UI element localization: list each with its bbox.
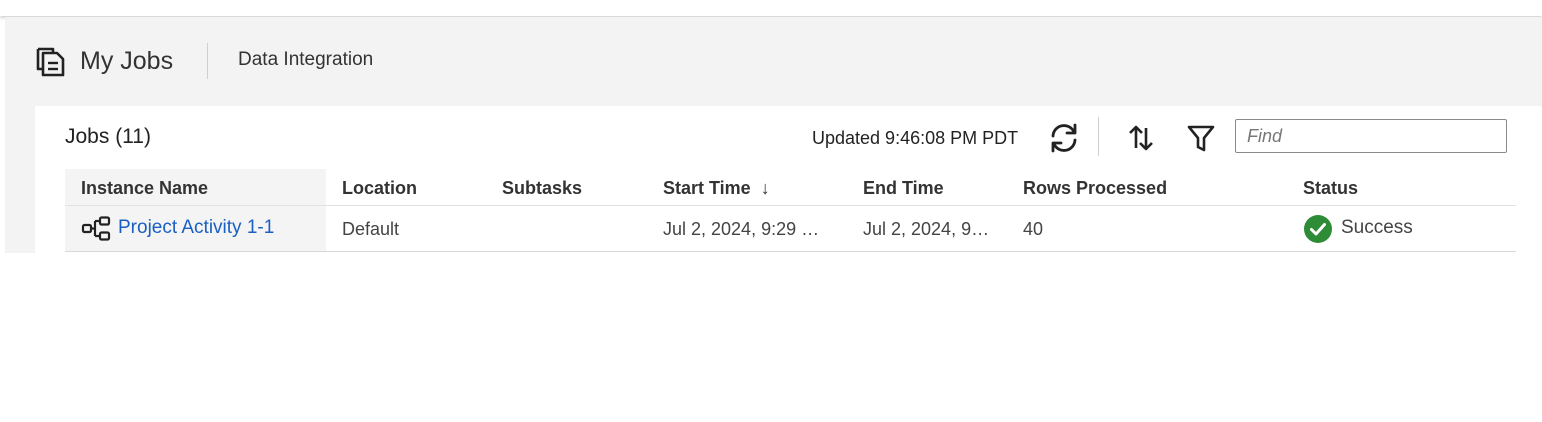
updated-timestamp: Updated 9:46:08 PM PDT [812,128,1019,148]
jobs-table: Instance Name Location Subtasks Start Ti… [65,169,1516,252]
refresh-button[interactable] [1046,120,1082,156]
column-header-end-time[interactable]: End Time [863,177,944,199]
column-header-start-time[interactable]: Start Time ↓ [663,177,770,199]
column-header-status[interactable]: Status [1303,177,1358,199]
cell-end-time: Jul 2, 2024, 9:29 PM [863,218,993,240]
workflow-task-icon [81,216,111,241]
arrow-down-icon: ↓ [760,178,770,198]
header-subtitle: Data Integration [238,49,374,70]
cell-start-time-text: Jul 2, 2024, 9:29 PM [663,219,823,239]
find-input[interactable] [1235,119,1507,153]
column-header-start-time-label: Start Time [663,178,751,198]
cell-rows-processed: 40 [1023,219,1044,239]
instance-name-link[interactable]: Project Activity 1-1 [118,216,274,240]
column-header-location[interactable]: Location [342,177,417,199]
table-header-row: Instance Name Location Subtasks Start Ti… [65,169,1516,206]
filter-button[interactable] [1183,120,1219,156]
sort-button[interactable] [1123,120,1159,156]
refresh-icon [1051,123,1077,153]
jobs-count-heading: Jobs (11) [65,125,151,148]
sort-arrows-icon [1129,125,1153,151]
column-header-instance-name[interactable]: Instance Name [81,177,208,199]
column-header-subtasks[interactable]: Subtasks [502,177,582,199]
page-title: My Jobs [80,47,174,75]
toolbar-divider [1098,117,1099,156]
top-bar [0,0,1542,16]
success-check-icon [1304,215,1332,243]
cell-end-time-text: Jul 2, 2024, 9:29 PM [863,219,993,239]
page-container: My Jobs Data Integration Jobs (11) Updat… [5,17,1542,253]
header-divider [207,43,208,79]
table-row: Project Activity 1-1 Default Jul 2, 2024… [65,206,1516,252]
cell-start-time: Jul 2, 2024, 9:29 PM [663,218,823,240]
jobs-panel: Jobs (11) Updated 9:46:08 PM PDT Find In… [35,106,1542,253]
status-label: Success [1341,217,1413,238]
page-header: My Jobs Data Integration [5,17,1542,105]
cell-location: Default [342,219,400,239]
column-header-rows-processed[interactable]: Rows Processed [1023,177,1167,199]
jobs-document-icon [36,47,65,77]
filter-funnel-icon [1187,125,1215,152]
